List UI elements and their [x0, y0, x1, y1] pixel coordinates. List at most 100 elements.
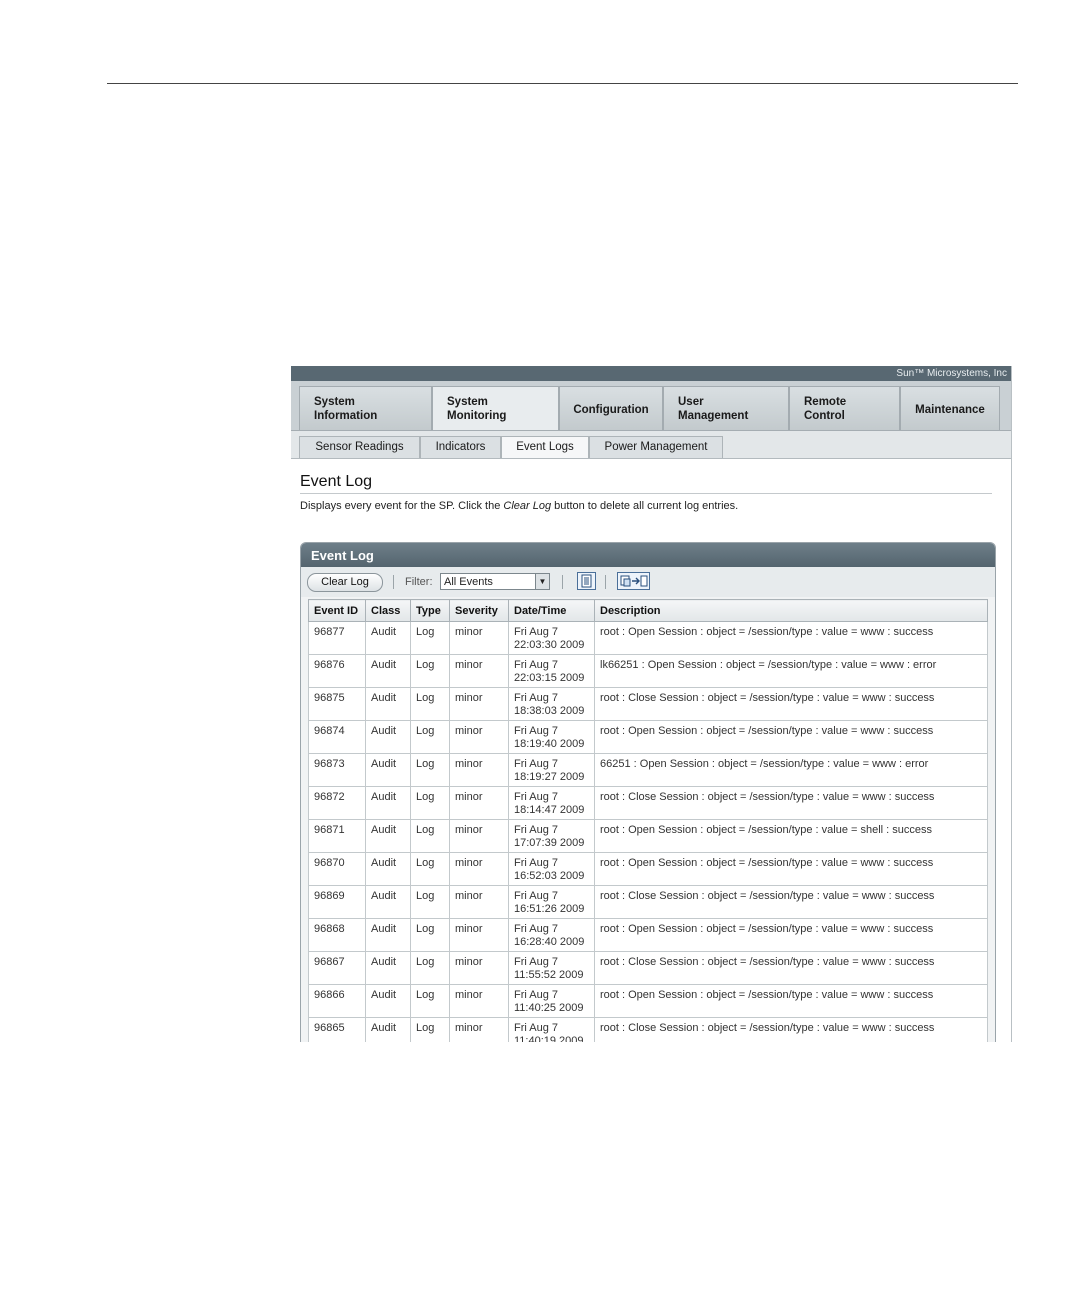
- tab-user-management[interactable]: User Management: [663, 386, 789, 430]
- severity-cell: minor: [449, 885, 509, 919]
- date-line: Fri Aug 7: [514, 824, 559, 836]
- description-cell: root : Open Session : object = /session/…: [594, 819, 988, 853]
- column-header-class[interactable]: Class: [365, 599, 411, 622]
- table-row: 96877 Audit Log minor Fri Aug 7 22:03:30 2009…: [308, 621, 988, 655]
- column-header-date-time[interactable]: Date/Time: [508, 599, 595, 622]
- date-time-cell: Fri Aug 7 16:52:03 2009: [508, 852, 595, 886]
- date-line: Fri Aug 7: [514, 626, 559, 638]
- description-cell: root : Close Session : object = /session…: [594, 885, 988, 919]
- description-cell: root : Close Session : object = /session…: [594, 687, 988, 721]
- class-cell: Audit: [365, 852, 411, 886]
- date-time-cell: Fri Aug 7 22:03:30 2009: [508, 621, 595, 655]
- description-cell: root : Close Session : object = /session…: [594, 786, 988, 820]
- description-cell: lk66251 : Open Session : object = /sessi…: [594, 654, 988, 688]
- event-id-cell: 96868: [308, 918, 366, 952]
- table-row: 96872 Audit Log minor Fri Aug 7 18:14:47 2009…: [308, 786, 988, 820]
- page-top-rule: [107, 83, 1018, 84]
- sub-tab-bar: Sensor Readings Indicators Event Logs Po…: [291, 431, 1011, 459]
- tab-label: Configuration: [573, 404, 649, 416]
- severity-cell: minor: [449, 852, 509, 886]
- time-line: 22:03:15 2009: [514, 672, 585, 684]
- type-cell: Log: [410, 918, 450, 952]
- tab-maintenance[interactable]: Maintenance: [900, 386, 1000, 430]
- tab-label-line2: Management: [678, 410, 749, 422]
- filter-select[interactable]: All Events ▼: [440, 573, 550, 590]
- column-header-severity[interactable]: Severity: [449, 599, 509, 622]
- date-line: Fri Aug 7: [514, 890, 559, 902]
- tab-label-line2: Information: [314, 410, 378, 422]
- time-line: 11:40:25 2009: [514, 1002, 584, 1014]
- log-toolbar: Clear Log Filter: All Events ▼: [301, 567, 995, 597]
- description-cell: root : Open Session : object = /session/…: [594, 621, 988, 655]
- type-cell: Log: [410, 984, 450, 1018]
- time-line: 22:03:30 2009: [514, 639, 585, 651]
- main-tab-bar: System Information System Monitoring Con…: [291, 381, 1011, 431]
- column-header-type[interactable]: Type: [410, 599, 450, 622]
- clear-log-button[interactable]: Clear Log: [307, 573, 383, 592]
- date-line: Fri Aug 7: [514, 989, 559, 1001]
- time-line: 17:07:39 2009: [514, 837, 585, 849]
- class-cell: Audit: [365, 1017, 411, 1042]
- tab-label-line2: Monitoring: [447, 410, 507, 422]
- date-line: Fri Aug 7: [514, 1022, 559, 1034]
- class-cell: Audit: [365, 753, 411, 787]
- vendor-bar: Sun™ Microsystems, Inc: [291, 366, 1011, 381]
- tab-system-information[interactable]: System Information: [299, 386, 432, 430]
- type-cell: Log: [410, 753, 450, 787]
- event-id-cell: 96869: [308, 885, 366, 919]
- event-id-cell: 96875: [308, 687, 366, 721]
- tab-configuration[interactable]: Configuration: [559, 386, 663, 430]
- event-log-panel: Event Log Clear Log Filter: All Events ▼…: [300, 542, 996, 1042]
- severity-cell: minor: [449, 951, 509, 985]
- class-cell: Audit: [365, 720, 411, 754]
- date-line: Fri Aug 7: [514, 659, 559, 671]
- table-row: 96866 Audit Log minor Fri Aug 7 11:40:25 2009…: [308, 984, 988, 1018]
- severity-cell: minor: [449, 753, 509, 787]
- time-line: 18:19:40 2009: [514, 738, 585, 750]
- class-cell: Audit: [365, 654, 411, 688]
- class-cell: Audit: [365, 819, 411, 853]
- date-line: Fri Aug 7: [514, 758, 559, 770]
- details-page-icon[interactable]: [577, 572, 596, 590]
- time-line: 16:51:26 2009: [514, 903, 585, 915]
- time-line: 16:28:40 2009: [514, 936, 585, 948]
- time-line: 18:19:27 2009: [514, 771, 585, 783]
- event-id-cell: 96876: [308, 654, 366, 688]
- description-cell: root : Open Session : object = /session/…: [594, 984, 988, 1018]
- table-row: 96876 Audit Log minor Fri Aug 7 22:03:15 2009…: [308, 654, 988, 688]
- tab-label-line1: User: [678, 396, 704, 408]
- desc-emphasis: Clear Log: [503, 500, 552, 512]
- date-line: Fri Aug 7: [514, 791, 559, 803]
- severity-cell: minor: [449, 819, 509, 853]
- date-line: Fri Aug 7: [514, 725, 559, 737]
- tab-remote-control[interactable]: Remote Control: [789, 386, 900, 430]
- table-header-row: Event ID Class Type Severity Date/Time D…: [308, 599, 988, 622]
- title-divider: [300, 493, 992, 494]
- tab-label-line2: Control: [804, 410, 845, 422]
- type-cell: Log: [410, 654, 450, 688]
- time-line: 18:38:03 2009: [514, 705, 585, 717]
- toolbar-separator: [393, 575, 394, 589]
- subtab-sensor-readings[interactable]: Sensor Readings: [299, 436, 420, 458]
- event-id-cell: 96872: [308, 786, 366, 820]
- export-icon[interactable]: [617, 572, 650, 590]
- tab-label-line1: System: [447, 396, 488, 408]
- description-cell: root : Close Session : object = /session…: [594, 1017, 988, 1042]
- date-time-cell: Fri Aug 7 18:38:03 2009: [508, 687, 595, 721]
- column-header-event-id[interactable]: Event ID: [308, 599, 366, 622]
- subtab-power-management[interactable]: Power Management: [589, 436, 723, 458]
- table-body: 96877 Audit Log minor Fri Aug 7 22:03:30 2009…: [308, 621, 988, 1042]
- subtab-indicators[interactable]: Indicators: [420, 436, 501, 458]
- toolbar-separator: [605, 575, 606, 589]
- time-line: 18:14:47 2009: [514, 804, 585, 816]
- tab-system-monitoring[interactable]: System Monitoring: [432, 386, 559, 430]
- filter-label: Filter:: [405, 576, 433, 588]
- class-cell: Audit: [365, 984, 411, 1018]
- type-cell: Log: [410, 819, 450, 853]
- subtab-event-logs[interactable]: Event Logs: [501, 436, 589, 458]
- type-cell: Log: [410, 786, 450, 820]
- event-id-cell: 96874: [308, 720, 366, 754]
- date-time-cell: Fri Aug 7 18:19:40 2009: [508, 720, 595, 754]
- column-header-description[interactable]: Description: [594, 599, 988, 622]
- chevron-down-icon[interactable]: ▼: [535, 574, 549, 589]
